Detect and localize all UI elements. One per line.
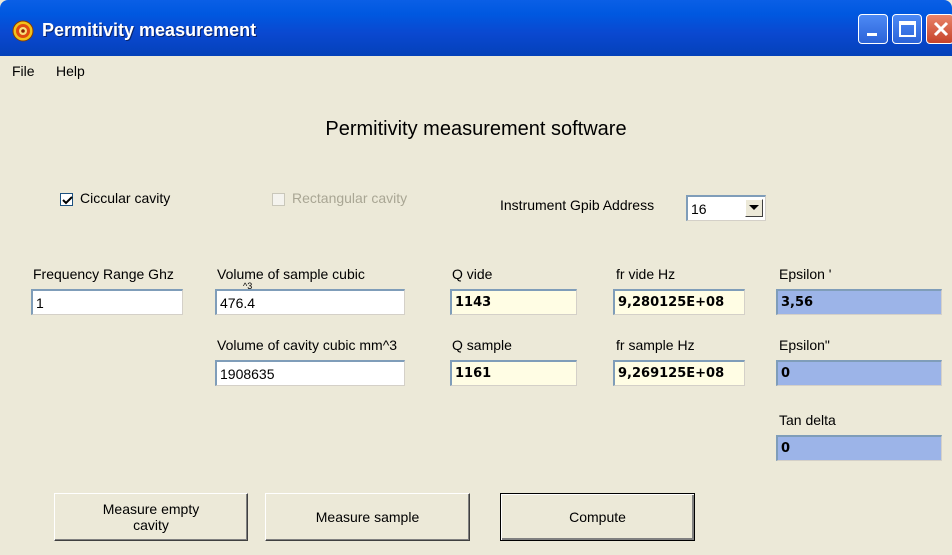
page-title: Permitivity measurement software — [325, 118, 627, 140]
frequency-range-input[interactable]: 1 — [31, 289, 183, 315]
chevron-down-icon[interactable] — [745, 199, 763, 217]
gpib-address-label: Instrument Gpib Address — [500, 197, 655, 213]
circular-cavity-label[interactable]: Ciccular cavity — [80, 190, 170, 206]
epsilon-prime-value: 3,56 — [776, 289, 942, 315]
rectangular-cavity-checkbox[interactable] — [272, 193, 285, 206]
epsilon-double-prime-label: Epsilon" — [779, 337, 830, 353]
title-bar[interactable]: Permitivity measurement — [0, 0, 952, 56]
epsilon-prime-label: Epsilon ' — [779, 266, 832, 282]
compute-button[interactable]: Compute — [500, 493, 695, 541]
tan-delta-label: Tan delta — [779, 412, 836, 428]
tan-delta-value: 0 — [776, 435, 942, 461]
q-sample-value: 1161 — [450, 360, 577, 386]
sample-volume-label: Volume of sample cubic — [217, 266, 365, 282]
fr-vide-value: 9,280125E+08 — [613, 289, 745, 315]
fr-sample-label: fr sample Hz — [616, 337, 695, 353]
measure-sample-button[interactable]: Measure sample — [265, 493, 470, 541]
frequency-range-label: Frequency Range Ghz — [33, 266, 174, 282]
measure-empty-line2: cavity — [133, 517, 169, 533]
measure-empty-line1: Measure empty — [102, 501, 200, 517]
fr-vide-label: fr vide Hz — [616, 266, 676, 282]
maximize-button[interactable] — [892, 14, 922, 44]
circular-cavity-checkbox[interactable] — [60, 193, 73, 206]
app-icon[interactable] — [12, 20, 34, 42]
minimize-button[interactable] — [858, 14, 888, 44]
app-window: Permitivity measurement File Help Permit… — [0, 0, 952, 555]
menu-help[interactable]: Help — [56, 63, 85, 79]
q-sample-label: Q sample — [452, 337, 512, 353]
gpib-address-select[interactable]: 16 — [686, 195, 766, 221]
q-vide-value: 1143 — [450, 289, 577, 315]
close-button[interactable] — [926, 14, 952, 44]
sample-volume-input[interactable]: 476.4 — [215, 289, 405, 315]
menu-file[interactable]: File — [12, 63, 35, 79]
measure-empty-cavity-button[interactable]: Measure empty cavity — [54, 493, 248, 541]
rectangular-cavity-label: Rectangular cavity — [292, 190, 408, 206]
cavity-volume-input[interactable]: 1908635 — [215, 360, 405, 386]
gpib-address-value: 16 — [691, 201, 707, 217]
q-vide-label: Q vide — [452, 266, 493, 282]
fr-sample-value: 9,269125E+08 — [613, 360, 745, 386]
cavity-volume-label: Volume of cavity cubic mm^3 — [217, 337, 398, 353]
menu-bar: File Help — [0, 56, 952, 86]
measure-empty-cavity-label: Measure empty cavity — [103, 501, 199, 533]
window-title: Permitivity measurement — [42, 20, 257, 40]
epsilon-double-prime-value: 0 — [776, 360, 942, 386]
